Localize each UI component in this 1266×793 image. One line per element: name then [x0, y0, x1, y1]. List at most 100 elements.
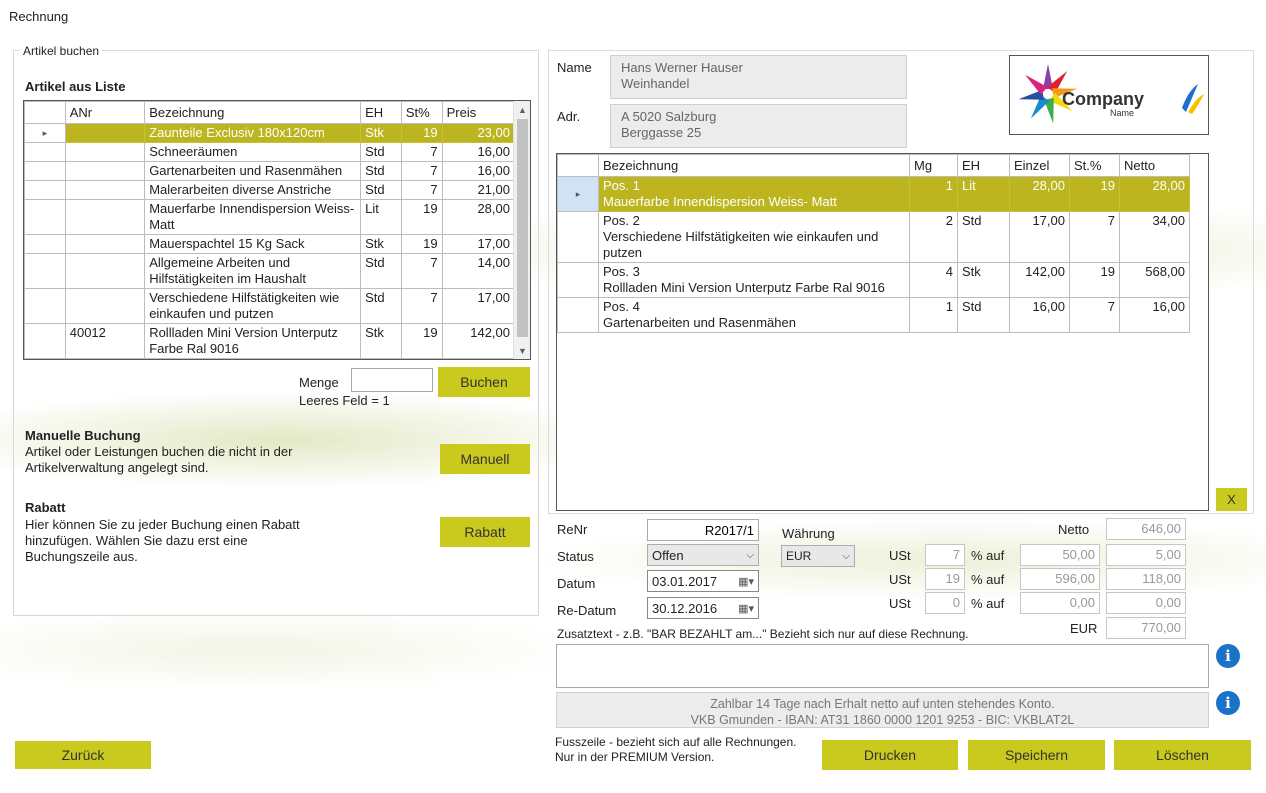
article-row[interactable]: Malerarbeiten diverse Anstriche Std 7 21,00	[24, 180, 516, 200]
invoice-st: 7	[1069, 211, 1120, 263]
invoice-row[interactable]: Pos. 4 Gartenarbeiten und Rasenmähen 1 Std 1…	[557, 297, 1190, 333]
row-indicator-icon	[24, 180, 66, 200]
zurueck-button[interactable]: Zurück	[15, 741, 151, 769]
rabatt-button[interactable]: Rabatt	[440, 517, 530, 547]
article-st: 7	[400, 288, 443, 324]
article-bezeichnung: Gartenarbeiten und Rasenmähen	[144, 161, 362, 181]
scroll-down-icon[interactable]: ▼	[514, 342, 530, 359]
zusatz-textarea[interactable]	[556, 644, 1209, 688]
list-heading: Artikel aus Liste	[25, 79, 126, 94]
ust-amount-1: 5,00	[1106, 544, 1186, 566]
ust-rate-3: 0	[925, 592, 965, 614]
loeschen-button[interactable]: Löschen	[1114, 740, 1251, 770]
row-indicator-icon	[24, 142, 66, 162]
customer-address-field[interactable]: A 5020 Salzburg Berggasse 25	[610, 104, 907, 148]
customer-name-field[interactable]: Hans Werner Hauser Weinhandel	[610, 55, 907, 99]
datum-picker[interactable]: 03.01.2017 ▦▾	[647, 570, 759, 592]
row-indicator-icon	[24, 161, 66, 181]
column-header[interactable]: Netto	[1119, 154, 1190, 177]
redatum-picker[interactable]: 30.12.2016 ▦▾	[647, 597, 759, 619]
article-preis: 14,00	[441, 253, 516, 289]
invoice-row[interactable]: ▸ Pos. 1 Mauerfarbe Innendispersion Weiss-…	[557, 176, 1190, 212]
invoice-description: Pos. 2 Verschiedene Hilfstätigkeiten wie …	[598, 211, 910, 263]
menge-input[interactable]	[351, 368, 433, 392]
article-eh: Std	[360, 288, 402, 324]
article-bezeichnung: Verschiedene Hilfstätigkeiten wie einkau…	[144, 288, 362, 324]
column-header[interactable]: Einzel	[1009, 154, 1070, 177]
article-preis: 142,00	[441, 323, 516, 359]
ust-label: USt	[889, 548, 911, 563]
renr-input[interactable]	[647, 519, 759, 541]
speichern-button[interactable]: Speichern	[968, 740, 1105, 770]
article-row[interactable]: Mauerfarbe Innendispersion Weiss- Matt Li…	[24, 199, 516, 235]
info-icon[interactable]: i	[1216, 644, 1240, 668]
article-list[interactable]: ANr Bezeichnung EH St% Preis ▸ Zaunteile …	[23, 100, 531, 360]
invoice-items-grid[interactable]: Bezeichnung Mg EH Einzel St.% Netto ▸ Pos…	[556, 153, 1209, 511]
article-row[interactable]: 40012 Rollladen Mini Version Unterputz Fa…	[24, 323, 516, 359]
article-anr	[64, 161, 146, 181]
ust-amount-2: 118,00	[1106, 568, 1186, 590]
status-select[interactable]: Offen ⌵	[647, 544, 759, 566]
footer-line2: VKB Gmunden - IBAN: AT31 1860 0000 1201 …	[690, 713, 1075, 727]
invoice-row[interactable]: Pos. 3 Rollladen Mini Version Unterputz F…	[557, 262, 1190, 298]
drucken-button[interactable]: Drucken	[822, 740, 958, 770]
column-header[interactable]: Bezeichnung	[598, 154, 910, 177]
status-value: Offen	[652, 547, 684, 563]
article-bezeichnung: Zaunteile Exclusiv 180x120cm	[144, 123, 362, 143]
ust-rate-2: 19	[925, 568, 965, 590]
column-header[interactable]: Mg	[909, 154, 958, 177]
column-header[interactable]: Preis	[441, 101, 516, 124]
datum-value: 03.01.2017	[652, 573, 718, 589]
netto-value: 646,00	[1106, 518, 1186, 540]
column-header[interactable]: St.%	[1069, 154, 1120, 177]
manuell-button[interactable]: Manuell	[440, 444, 530, 474]
column-header[interactable]: EH	[360, 101, 402, 124]
article-list-header: ANr Bezeichnung EH St% Preis	[24, 101, 516, 124]
renr-label: ReNr	[557, 522, 588, 537]
customer-address-line2: Berggasse 25	[621, 125, 702, 140]
article-eh: Stk	[360, 123, 402, 143]
invoice-netto: 568,00	[1119, 262, 1190, 298]
invoice-mg: 1	[909, 176, 958, 212]
logo-name-text: Name	[1110, 108, 1135, 118]
waehrung-select[interactable]: EUR ⌵	[781, 545, 855, 567]
article-st: 7	[400, 161, 443, 181]
buchen-button[interactable]: Buchen	[438, 367, 530, 397]
calendar-icon[interactable]: ▦▾	[738, 575, 754, 588]
column-header[interactable]: St%	[400, 101, 443, 124]
column-header[interactable]: Bezeichnung	[144, 101, 362, 124]
invoice-desc-text: Gartenarbeiten und Rasenmähen	[603, 315, 796, 330]
invoice-row[interactable]: Pos. 2 Verschiedene Hilfstätigkeiten wie …	[557, 211, 1190, 263]
article-row[interactable]: ▸ Zaunteile Exclusiv 180x120cm Stk 19 23,00	[24, 123, 516, 143]
column-header[interactable]: EH	[957, 154, 1010, 177]
article-row[interactable]: Allgemeine Arbeiten und Hilfstätigkeiten…	[24, 253, 516, 289]
waehrung-label: Währung	[782, 526, 835, 541]
info-icon[interactable]: i	[1216, 691, 1240, 715]
article-row[interactable]: Schneeräumen Std 7 16,00	[24, 142, 516, 162]
invoice-description: Pos. 3 Rollladen Mini Version Unterputz F…	[598, 262, 910, 298]
article-list-scrollbar[interactable]: ▲ ▼	[513, 101, 530, 359]
customer-name-line1: Hans Werner Hauser	[621, 60, 743, 75]
window-title: Rechnung	[9, 9, 69, 24]
article-eh: Stk	[360, 323, 402, 359]
ust-base-1: 50,00	[1020, 544, 1100, 566]
article-row[interactable]: Mauerspachtel 15 Kg Sack Stk 19 17,00	[24, 234, 516, 254]
eur-total: 770,00	[1106, 617, 1186, 639]
delete-row-button[interactable]: X	[1216, 488, 1247, 511]
invoice-mg: 1	[909, 297, 958, 333]
article-st: 19	[400, 199, 443, 235]
scroll-up-icon[interactable]: ▲	[514, 101, 530, 118]
header-indicator	[557, 154, 599, 177]
datum-label: Datum	[557, 576, 596, 591]
calendar-icon[interactable]: ▦▾	[738, 602, 754, 615]
column-header[interactable]: ANr	[64, 101, 146, 124]
auf-label: % auf	[971, 548, 1005, 563]
article-row[interactable]: Gartenarbeiten und Rasenmähen Std 7 16,00	[24, 161, 516, 181]
status-label: Status	[557, 549, 594, 564]
article-row[interactable]: Verschiedene Hilfstätigkeiten wie einkau…	[24, 288, 516, 324]
article-preis: 17,00	[441, 234, 516, 254]
invoice-einzel: 28,00	[1009, 176, 1070, 212]
invoice-eh: Stk	[957, 262, 1010, 298]
manuelle-text: Artikel oder Leistungen buchen die nicht…	[25, 444, 293, 475]
scrollbar-thumb[interactable]	[517, 119, 528, 337]
